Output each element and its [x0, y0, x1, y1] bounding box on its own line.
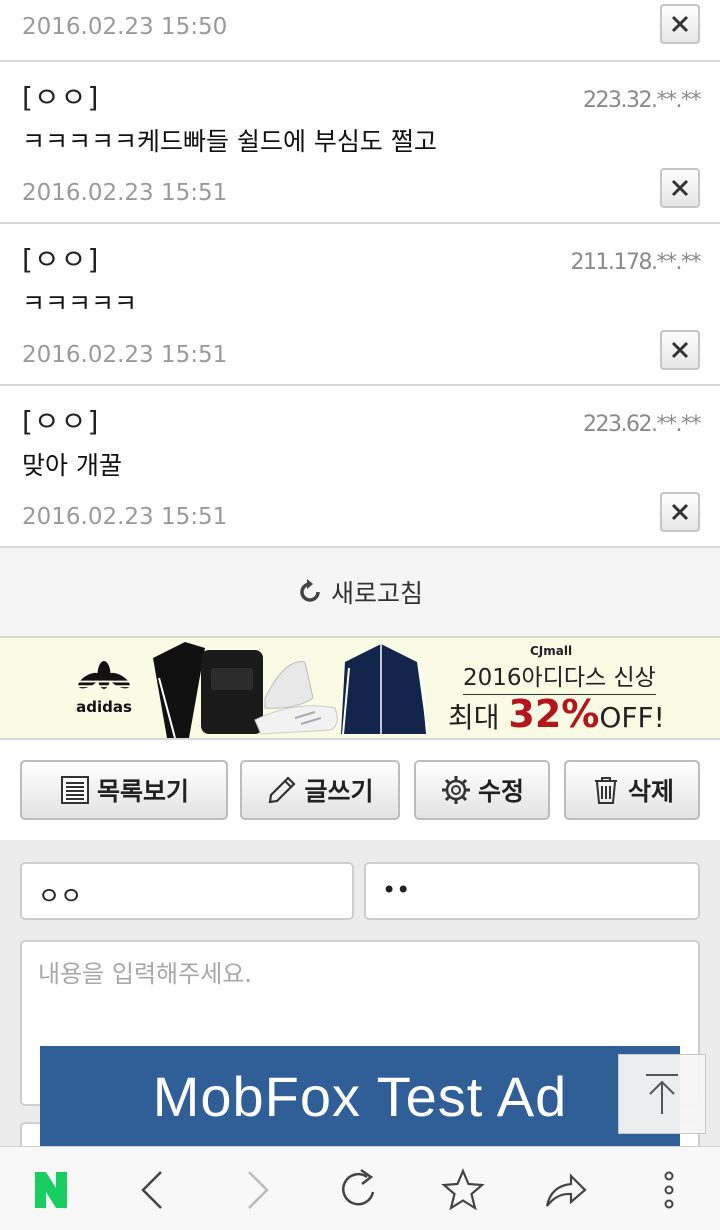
comment-item: [ㅇㅇ] 211.178.**.** ㅋㅋㅋㅋㅋ 2016.02.23 15:5…: [0, 224, 720, 386]
comment-item: [ㅇㅇ] 223.32.**.** ㅋㅋㅋㅋㅋ케드빠들 쉴드에 부심도 쩔고 2…: [0, 62, 720, 224]
close-icon: [671, 15, 689, 33]
reload-button[interactable]: [334, 1165, 384, 1215]
refresh-button[interactable]: 새로고침: [0, 548, 720, 638]
reload-icon: [342, 1168, 375, 1206]
list-button[interactable]: 목록보기: [20, 760, 228, 820]
back-button[interactable]: [128, 1165, 178, 1215]
trefoil-icon: [76, 661, 132, 689]
trash-icon: [594, 777, 617, 804]
seller-logo: CJmall: [530, 644, 573, 658]
share-button[interactable]: [540, 1165, 590, 1215]
comment-body: 맞아 개꿀: [22, 451, 122, 480]
naver-logo-icon: [35, 1172, 67, 1208]
list-button-label: 목록보기: [96, 777, 189, 806]
comment-date: 2016.02.23 15:51: [22, 180, 228, 206]
gear-icon: [441, 776, 470, 804]
comment-date: 2016.02.23 15:51: [22, 504, 228, 530]
write-button-label: 글쓰기: [304, 777, 374, 806]
comment-date: 2016.02.23 15:51: [22, 342, 228, 368]
delete-button-label: 삭제: [627, 777, 674, 806]
close-icon: [671, 341, 689, 359]
comment-body: ㅋㅋㅋㅋㅋ: [22, 289, 138, 318]
action-toolbar: 목록보기 글쓰기 수정 삭제: [0, 740, 720, 842]
promo-suffix: OFF!: [599, 701, 665, 734]
promo-percent: 32%: [508, 692, 600, 736]
bookmark-button[interactable]: [438, 1165, 488, 1215]
comment-author: [ㅇㅇ]: [22, 243, 100, 276]
promo-prefix: 최대: [448, 701, 509, 734]
comment-item: [ㅇㅇ] 223.62.**.** 맞아 개꿀 2016.02.23 15:51: [0, 386, 720, 548]
close-icon: [671, 503, 689, 521]
comment-ip: 223.62.**.**: [583, 412, 701, 437]
scroll-top-button[interactable]: [618, 1054, 706, 1134]
comment-author: [ㅇㅇ]: [22, 81, 100, 114]
browser-toolbar: [0, 1146, 720, 1230]
delete-comment-button[interactable]: [660, 168, 700, 208]
comment-date: 2016.02.23 15:50: [22, 14, 228, 40]
chevron-left-icon: [141, 1171, 162, 1209]
edit-button[interactable]: 수정: [414, 760, 550, 820]
product-image: [153, 642, 428, 738]
list-icon: [60, 776, 89, 804]
edit-button-label: 수정: [477, 777, 524, 806]
mobfox-ad[interactable]: MobFox Test Ad: [40, 1046, 680, 1146]
forward-button[interactable]: [232, 1165, 282, 1215]
password-input[interactable]: ••: [364, 862, 700, 920]
delete-comment-button[interactable]: [660, 4, 700, 44]
refresh-label: 새로고침: [330, 579, 423, 608]
comment-author: [ㅇㅇ]: [22, 405, 100, 438]
banner-ad[interactable]: adidas CJmall 2016아디다스 신상 최대 32%OFF!: [0, 638, 720, 740]
banner-headline: 2016아디다스 신상: [463, 658, 656, 695]
refresh-icon: [300, 579, 320, 602]
more-vertical-icon: [664, 1171, 674, 1209]
share-arrow-icon: [545, 1173, 587, 1207]
comment-ip: 223.32.**.**: [583, 88, 701, 113]
adidas-brand-text: adidas: [76, 698, 132, 716]
banner-promo: 최대 32%OFF!: [448, 692, 665, 736]
naver-home-button[interactable]: [26, 1165, 76, 1215]
comment-ip: 211.178.**.**: [570, 250, 702, 275]
chevron-right-icon: [248, 1171, 269, 1209]
close-icon: [671, 179, 689, 197]
adidas-logo: adidas: [74, 658, 134, 716]
pencil-icon: [269, 776, 297, 804]
name-input[interactable]: ㅇㅇ: [20, 862, 354, 920]
more-menu-button[interactable]: [644, 1165, 694, 1215]
delete-comment-button[interactable]: [660, 492, 700, 532]
delete-button[interactable]: 삭제: [564, 760, 700, 820]
star-icon: [441, 1168, 485, 1211]
comment-body: ㅋㅋㅋㅋㅋ케드빠들 쉴드에 부심도 쩔고: [22, 127, 437, 156]
write-button[interactable]: 글쓰기: [240, 760, 400, 820]
delete-comment-button[interactable]: [660, 330, 700, 370]
comment-item: 2016.02.23 15:50: [0, 0, 720, 62]
arrow-up-icon: [646, 1074, 678, 1114]
